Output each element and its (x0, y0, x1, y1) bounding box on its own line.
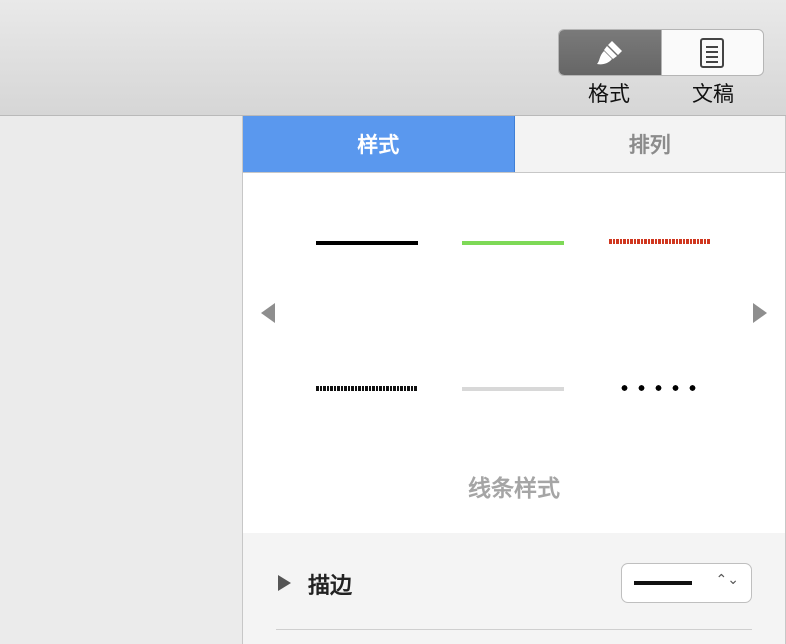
disclosure-triangle-icon[interactable] (278, 575, 291, 591)
line-styles-caption: 线条样式 (468, 476, 560, 502)
line-style-swatch[interactable] (462, 241, 564, 245)
stroke-section: 描边 ⌃⌄ (243, 533, 785, 644)
chevron-updown-icon: ⌃⌄ (715, 572, 739, 588)
document-button[interactable] (660, 30, 764, 75)
inspector-panel: 样式 排列 线条样式 描边 ⌃⌄ (242, 116, 786, 644)
document-label: 文稿 (692, 82, 734, 106)
stroke-preview-line (634, 581, 692, 585)
format-label: 格式 (588, 82, 630, 106)
line-style-swatch[interactable] (316, 386, 418, 391)
canvas-area (0, 116, 242, 644)
tab-arrange[interactable]: 排列 (514, 116, 785, 172)
document-icon (700, 37, 725, 68)
stroke-label: 描边 (308, 574, 353, 599)
line-style-swatch[interactable] (462, 387, 564, 391)
line-style-swatch[interactable] (616, 385, 701, 391)
stroke-style-popup[interactable]: ⌃⌄ (621, 563, 752, 603)
tab-style[interactable]: 样式 (243, 116, 515, 172)
divider (276, 629, 752, 630)
inspector-tabs: 样式 排列 (243, 116, 785, 173)
format-button[interactable] (559, 30, 661, 75)
inspector-mode-switch (558, 29, 764, 76)
line-style-swatch[interactable] (609, 239, 711, 244)
previous-page-icon[interactable] (261, 303, 275, 323)
paintbrush-icon (596, 40, 622, 64)
next-page-icon[interactable] (753, 303, 767, 323)
toolbar: 格式 文稿 (0, 0, 786, 116)
line-style-swatch[interactable] (316, 241, 418, 245)
line-styles-gallery: 线条样式 (243, 173, 785, 574)
